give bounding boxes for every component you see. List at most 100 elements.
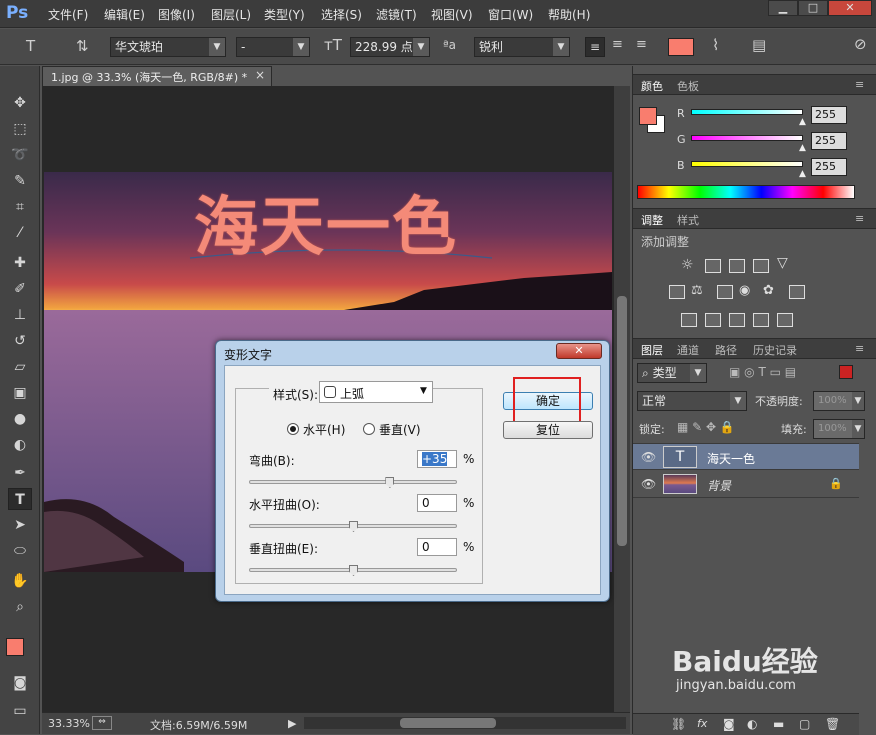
panel-menu-icon[interactable]: ≡: [855, 78, 864, 91]
quick-select-tool-icon[interactable]: ✎: [8, 170, 32, 192]
style-select[interactable]: 上弧 ▼: [319, 381, 433, 403]
fill-input[interactable]: 100% ▼: [813, 419, 865, 439]
lasso-tool-icon[interactable]: ➰: [8, 144, 32, 166]
menu-edit[interactable]: 编辑(E): [104, 6, 145, 22]
quick-mask-icon[interactable]: ◙: [8, 672, 32, 694]
blur-tool-icon[interactable]: ●: [8, 408, 32, 430]
horizontal-label[interactable]: 水平(H): [303, 421, 345, 438]
menu-window[interactable]: 窗口(W): [488, 6, 533, 22]
scrollbar-thumb[interactable]: [400, 718, 496, 728]
tab-channels[interactable]: 通道: [677, 342, 699, 358]
channel-mixer-icon[interactable]: ✿: [763, 283, 774, 298]
color-spectrum-bar[interactable]: [637, 185, 855, 199]
gradient-tool-icon[interactable]: ▣: [8, 382, 32, 404]
add-mask-icon[interactable]: ◙: [723, 717, 735, 731]
hue-saturation-icon[interactable]: [669, 285, 685, 299]
link-layers-icon[interactable]: ⛓: [671, 717, 686, 731]
text-color-swatch[interactable]: [668, 38, 694, 56]
scrollbar-thumb[interactable]: [617, 296, 627, 546]
healing-brush-tool-icon[interactable]: ✚: [8, 252, 32, 274]
font-size-select[interactable]: 228.99 点 ▼: [350, 37, 430, 57]
status-toggle-icon[interactable]: ⇔: [92, 716, 112, 730]
invert-icon[interactable]: [681, 313, 697, 327]
color-lookup-icon[interactable]: [789, 285, 805, 299]
reset-button[interactable]: 复位: [503, 421, 593, 439]
path-select-tool-icon[interactable]: ➤: [8, 514, 32, 536]
levels-icon[interactable]: [705, 259, 721, 273]
panel-menu-icon[interactable]: ≡: [855, 212, 864, 225]
layer-filter-select[interactable]: ⌕ 类型 ▼: [637, 363, 707, 383]
channel-b-slider[interactable]: [691, 161, 803, 167]
eraser-tool-icon[interactable]: ▱: [8, 356, 32, 378]
screen-mode-icon[interactable]: ▭: [8, 700, 32, 722]
vibrance-icon[interactable]: ▽: [777, 255, 788, 271]
slider-handle-icon[interactable]: ▲: [799, 117, 806, 127]
new-adjustment-icon[interactable]: ◐: [747, 717, 757, 731]
font-style-select[interactable]: - ▼: [236, 37, 310, 57]
menu-layer[interactable]: 图层(L): [211, 6, 251, 22]
vertical-distortion-slider[interactable]: [249, 565, 457, 576]
clone-stamp-tool-icon[interactable]: ⊥: [8, 304, 32, 326]
layer-row-background[interactable]: 👁 背景 🔒: [633, 471, 859, 498]
color-balance-icon[interactable]: ⚖: [691, 283, 703, 298]
photo-filter-icon[interactable]: ◉: [739, 283, 750, 298]
channel-r-slider[interactable]: [691, 109, 803, 115]
pen-tool-icon[interactable]: ✒: [8, 462, 32, 484]
minimize-button[interactable]: ▁: [768, 0, 798, 16]
filter-toggle[interactable]: [839, 365, 853, 379]
tab-adjustments[interactable]: 调整: [641, 212, 663, 228]
opacity-input[interactable]: 100% ▼: [813, 391, 865, 411]
dodge-tool-icon[interactable]: ◐: [8, 434, 32, 456]
menu-view[interactable]: 视图(V): [431, 6, 473, 22]
slider-handle-icon[interactable]: ▲: [799, 169, 806, 179]
menu-file[interactable]: 文件(F): [48, 6, 88, 22]
type-tool-preset-icon[interactable]: T: [26, 37, 35, 55]
delete-layer-icon[interactable]: 🗑: [825, 717, 840, 731]
gradient-map-icon[interactable]: [777, 313, 793, 327]
tab-close-icon[interactable]: ×: [255, 68, 265, 82]
character-panel-icon[interactable]: ▤: [752, 36, 766, 54]
zoom-level[interactable]: 33.33%: [48, 717, 90, 730]
move-tool-icon[interactable]: ✥: [8, 92, 32, 114]
tab-layers[interactable]: 图层: [641, 342, 663, 358]
channel-b-input[interactable]: 255: [811, 158, 847, 176]
curves-icon[interactable]: [729, 259, 745, 273]
warp-text-icon[interactable]: ⌇: [712, 36, 719, 54]
align-left-button[interactable]: ≡: [585, 37, 605, 57]
horizontal-distortion-input[interactable]: 0: [417, 494, 457, 512]
layer-name[interactable]: 海天一色: [707, 450, 755, 467]
hand-tool-icon[interactable]: ✋: [8, 570, 32, 592]
blend-mode-select[interactable]: 正常 ▼: [637, 391, 747, 411]
tab-styles[interactable]: 样式: [677, 212, 699, 228]
slider-handle-icon[interactable]: ▲: [799, 143, 806, 153]
horizontal-distortion-slider[interactable]: [249, 521, 457, 532]
cancel-icon[interactable]: ⊘: [854, 35, 867, 53]
vertical-scrollbar[interactable]: [614, 86, 630, 712]
color-panel-foreground-swatch[interactable]: [639, 107, 657, 125]
new-layer-icon[interactable]: ▢: [799, 717, 810, 731]
text-orientation-icon[interactable]: ⇅: [76, 37, 89, 55]
bend-slider[interactable]: [249, 477, 457, 488]
tab-paths[interactable]: 路径: [715, 342, 737, 358]
zoom-tool-icon[interactable]: ⌕: [8, 596, 32, 618]
horizontal-radio[interactable]: [287, 423, 299, 435]
layer-row-text[interactable]: 👁 T 海天一色: [633, 443, 859, 470]
align-center-button[interactable]: ≡: [612, 37, 623, 52]
exposure-icon[interactable]: [753, 259, 769, 273]
vertical-distortion-input[interactable]: 0: [417, 538, 457, 556]
crop-tool-icon[interactable]: ⌗: [8, 196, 32, 218]
status-menu-arrow-icon[interactable]: ▶: [288, 717, 296, 730]
posterize-icon[interactable]: [705, 313, 721, 327]
selective-color-icon[interactable]: [753, 313, 769, 327]
maximize-button[interactable]: □: [798, 0, 828, 16]
vertical-label[interactable]: 垂直(V): [379, 421, 421, 438]
ellipse-tool-icon[interactable]: ⬭: [8, 540, 32, 562]
brightness-icon[interactable]: ☼: [681, 257, 694, 273]
menu-filter[interactable]: 滤镜(T): [376, 6, 417, 22]
history-brush-tool-icon[interactable]: ↺: [8, 330, 32, 352]
menu-image[interactable]: 图像(I): [158, 6, 195, 22]
panel-menu-icon[interactable]: ≡: [855, 342, 864, 355]
foreground-color-swatch[interactable]: [6, 638, 24, 656]
channel-g-slider[interactable]: [691, 135, 803, 141]
vertical-radio[interactable]: [363, 423, 375, 435]
